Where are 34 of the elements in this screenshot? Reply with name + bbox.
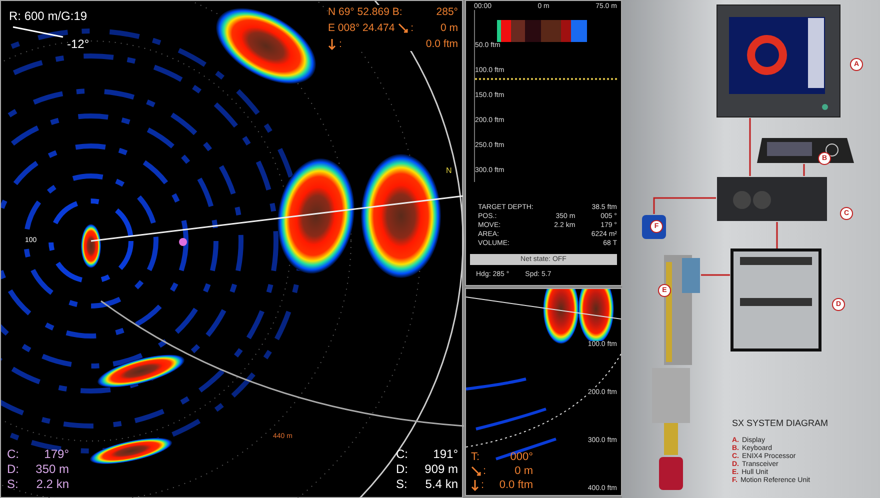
diagram-title: SX SYSTEM DIAGRAM [732, 418, 828, 428]
position-key: : [339, 38, 342, 50]
tilt-readout: -12° [67, 37, 90, 51]
position-value: 0 m [440, 22, 458, 34]
target-key: D: [7, 462, 19, 476]
position-key: B: [392, 6, 402, 18]
target-key: S: [396, 477, 408, 491]
target-value: 2.2 kn [36, 477, 69, 491]
range-gain-readout: R: 600 m/G:19 [9, 9, 88, 23]
reading-value: 0.0 ftm [499, 479, 533, 491]
target-key: S: [7, 477, 18, 491]
target-value: 179° [44, 447, 69, 461]
north-marker: N [446, 166, 452, 175]
reading-key: : [481, 479, 484, 491]
position-coordinate: E 008° 24.474 [328, 22, 395, 34]
target-value: 5.4 kn [425, 477, 458, 491]
position-value: 285° [436, 6, 458, 18]
position-coordinate: N 69° 52.869 [328, 6, 390, 18]
reading-value: 0 m [514, 465, 533, 477]
slant-range-icon [471, 466, 481, 476]
reading-value: 000° [510, 451, 533, 463]
position-key: : [410, 22, 414, 34]
target-key: C: [7, 447, 19, 461]
target-value: 350 m [36, 462, 69, 476]
target-key: D: [396, 462, 408, 476]
target-key: C: [396, 447, 408, 461]
target-value: 909 m [424, 462, 458, 476]
depth-icon [471, 480, 479, 490]
position-value: 0.0 ftm [426, 38, 458, 50]
reading-key: T: [471, 451, 480, 463]
slant-range-icon [398, 23, 408, 33]
depth-icon [328, 38, 336, 50]
reading-key: : [483, 465, 486, 477]
target-value: 191° [433, 447, 458, 461]
